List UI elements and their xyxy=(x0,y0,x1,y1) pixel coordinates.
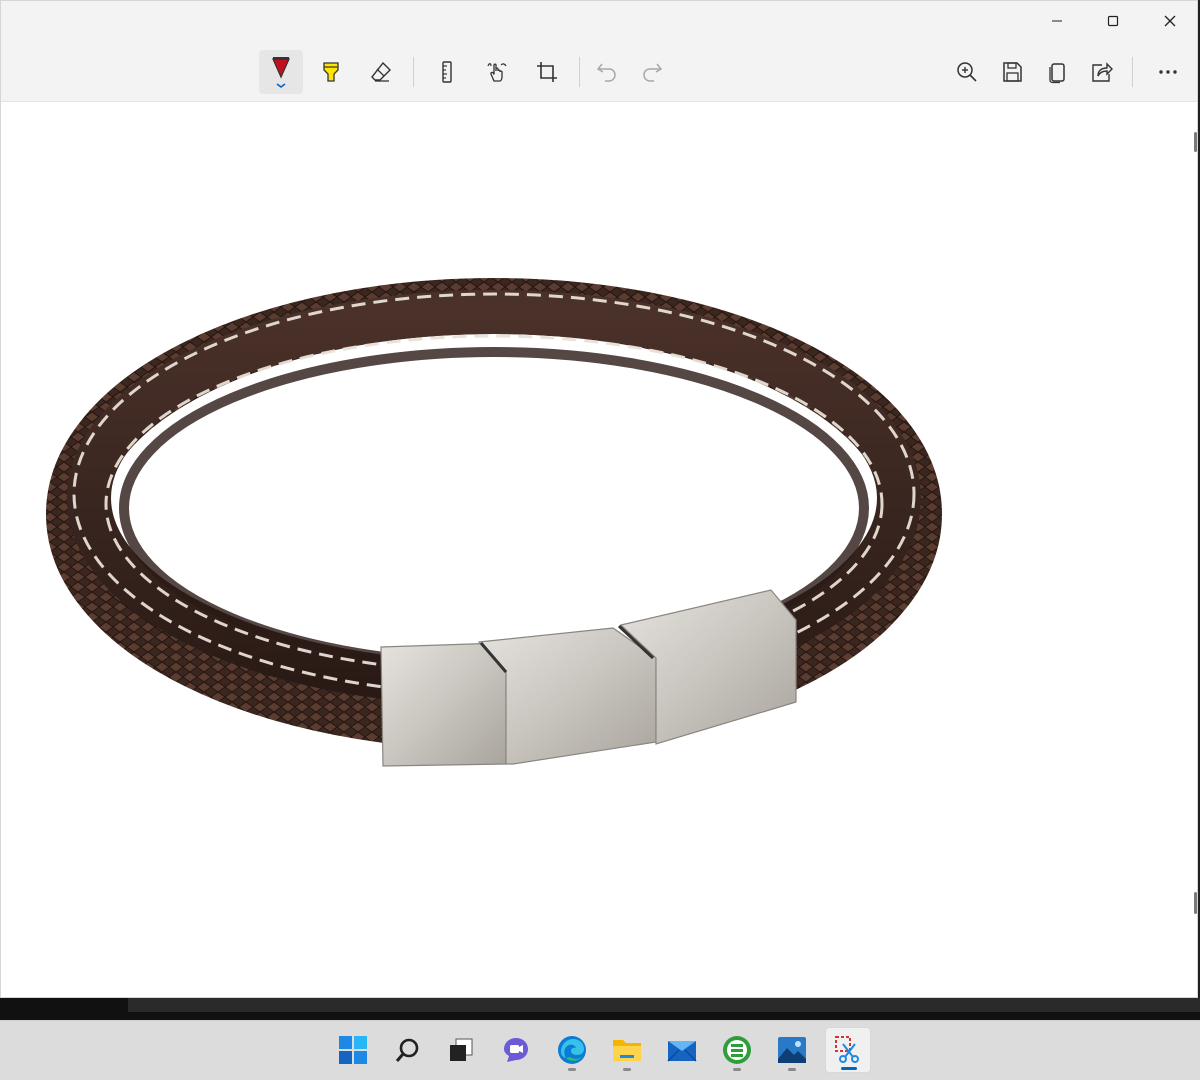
crop-tool[interactable] xyxy=(525,50,569,94)
toolbar-separator xyxy=(579,57,580,87)
windows-logo-icon xyxy=(339,1036,367,1064)
highlighter-icon xyxy=(323,62,339,82)
highlighter-tool[interactable] xyxy=(309,50,353,94)
title-bar xyxy=(1,1,1197,102)
running-indicator xyxy=(733,1068,741,1071)
maximize-button[interactable] xyxy=(1085,1,1141,41)
eraser-tool[interactable] xyxy=(359,50,403,94)
running-indicator xyxy=(568,1068,576,1071)
redo-button[interactable] xyxy=(630,50,674,94)
ballpoint-pen-tool[interactable] xyxy=(259,50,303,94)
share-icon xyxy=(1092,62,1113,82)
minimize-button[interactable] xyxy=(1029,1,1085,41)
vertical-scroll-thumb[interactable] xyxy=(1194,132,1197,152)
search-icon xyxy=(395,1038,419,1062)
edge-icon xyxy=(558,1036,586,1064)
snipping-tool-icon xyxy=(835,1036,859,1063)
chat-icon xyxy=(504,1038,528,1062)
pen-icon xyxy=(271,57,291,88)
more-button[interactable] xyxy=(1146,50,1190,94)
mail-button[interactable] xyxy=(659,1027,705,1073)
photos-icon xyxy=(778,1037,806,1063)
touch-writing-icon xyxy=(487,63,507,82)
share-button[interactable] xyxy=(1080,50,1124,94)
folder-icon xyxy=(613,1040,641,1061)
toolbar-separator xyxy=(1132,57,1133,87)
mail-icon xyxy=(667,1041,697,1062)
photos-button[interactable] xyxy=(769,1027,815,1073)
capture-canvas[interactable] xyxy=(1,102,1197,997)
active-indicator xyxy=(841,1067,857,1070)
vertical-scroll-thumb-lower[interactable] xyxy=(1194,892,1197,914)
crop-icon xyxy=(537,62,557,82)
save-button[interactable] xyxy=(990,50,1034,94)
touch-writing-tool[interactable] xyxy=(475,50,519,94)
eraser-icon xyxy=(371,61,391,82)
maximize-icon xyxy=(1107,15,1119,27)
running-indicator xyxy=(623,1068,631,1071)
zoom-button[interactable] xyxy=(945,50,989,94)
green-app-button[interactable] xyxy=(714,1027,760,1073)
running-indicator xyxy=(788,1068,796,1071)
green-app-icon xyxy=(723,1036,751,1064)
more-icon xyxy=(1159,70,1177,74)
chat-button[interactable] xyxy=(493,1027,539,1073)
redo-icon xyxy=(643,63,663,82)
task-view-icon xyxy=(450,1038,473,1061)
undo-icon xyxy=(596,63,616,82)
copy-button[interactable] xyxy=(1035,50,1079,94)
taskbar xyxy=(0,1020,1200,1080)
zoom-in-icon xyxy=(957,62,977,82)
ruler-icon xyxy=(442,61,452,83)
close-icon xyxy=(1164,15,1176,27)
start-button[interactable] xyxy=(330,1027,376,1073)
snipping-tool-button[interactable] xyxy=(825,1027,871,1073)
file-explorer-button[interactable] xyxy=(604,1027,650,1073)
task-view-button[interactable] xyxy=(438,1027,484,1073)
edge-button[interactable] xyxy=(549,1027,595,1073)
copy-icon xyxy=(1049,63,1065,84)
snipping-tool-window xyxy=(0,0,1198,998)
search-button[interactable] xyxy=(385,1027,431,1073)
leather-bracelet-image xyxy=(46,278,942,767)
bracelet-clasp xyxy=(380,589,797,767)
undo-button[interactable] xyxy=(585,50,629,94)
toolbar-separator xyxy=(413,57,414,87)
close-button[interactable] xyxy=(1142,1,1197,41)
save-icon xyxy=(1003,62,1022,82)
ruler-tool[interactable] xyxy=(425,50,469,94)
desktop-strip xyxy=(0,998,1200,1020)
minimize-icon xyxy=(1052,20,1062,22)
